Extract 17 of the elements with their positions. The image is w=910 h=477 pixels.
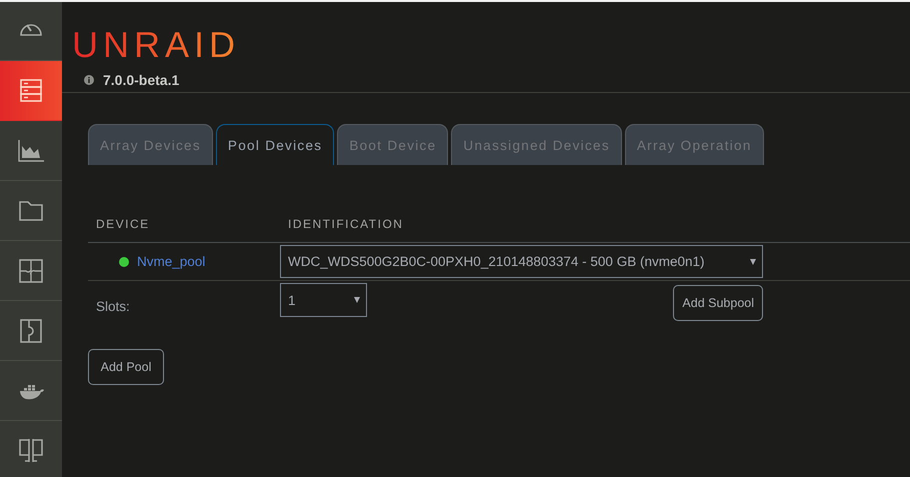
monitors-icon bbox=[18, 438, 44, 464]
column-header: DEVICE bbox=[95, 217, 151, 231]
slots-label: Slots: bbox=[95, 298, 131, 314]
area-chart-icon bbox=[18, 138, 44, 164]
server-icon bbox=[18, 78, 44, 104]
sidebar-item[interactable] bbox=[0, 61, 62, 121]
add-pool-button[interactable]: Add Pool bbox=[88, 349, 164, 385]
device-link[interactable]: Nvme_pool bbox=[137, 254, 206, 269]
tab[interactable]: Pool Devices bbox=[216, 124, 334, 165]
plugin-icon bbox=[18, 318, 44, 344]
add-subpool-button[interactable]: Add Subpool bbox=[673, 285, 763, 321]
version-text: 7.0.0-beta.1 bbox=[103, 72, 180, 88]
slots-dropdown[interactable]: 1 bbox=[280, 283, 367, 317]
device-dropdown[interactable]: WDC_WDS500G2B0C-00PXH0_210148803374 - 500 GB (nvme0n1) bbox=[280, 245, 763, 278]
column-header: IDENTIFICATION bbox=[287, 217, 404, 231]
info-icon[interactable] bbox=[84, 75, 94, 85]
puzzle-icon bbox=[18, 258, 44, 284]
